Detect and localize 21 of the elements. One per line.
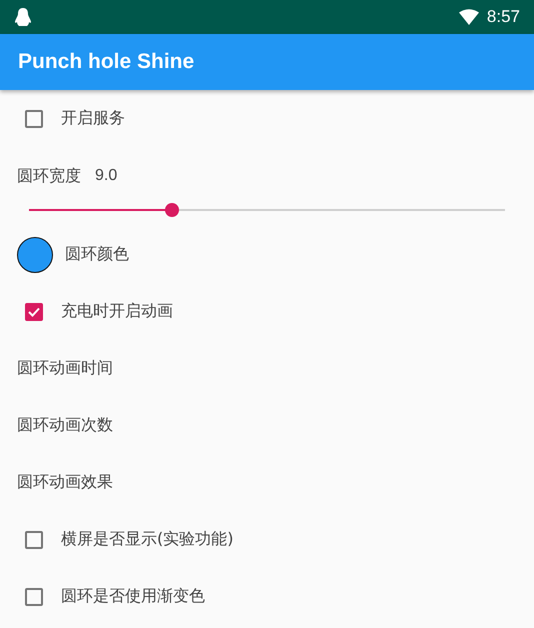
wifi-icon (458, 9, 479, 25)
color-swatch[interactable] (17, 236, 53, 272)
status-time: 8:57 (486, 7, 520, 27)
setting-label[interactable]: 圆环动画时间 (17, 358, 113, 379)
setting-label: 圆环颜色 (65, 244, 129, 265)
slider-value: 9.0 (95, 167, 118, 185)
setting-label: 横屏是否显示(实验功能) (61, 529, 234, 550)
slider-thumb[interactable] (164, 203, 179, 217)
checkbox[interactable] (25, 530, 43, 548)
checkbox[interactable] (25, 588, 43, 606)
app-title: Punch hole Shine (18, 50, 194, 74)
setting-label: 圆环宽度 (17, 166, 81, 186)
setting-label: 开启服务 (61, 108, 125, 129)
checkbox[interactable] (25, 302, 43, 320)
checkbox[interactable] (25, 110, 43, 128)
setting-label: 充电时开启动画 (61, 301, 173, 322)
penguin-icon (14, 7, 32, 27)
setting-label[interactable]: 圆环动画次数 (17, 415, 113, 436)
check-icon (28, 306, 40, 316)
setting-label[interactable]: 圆环动画效果 (17, 472, 113, 493)
setting-label: 圆环是否使用渐变色 (61, 586, 205, 607)
